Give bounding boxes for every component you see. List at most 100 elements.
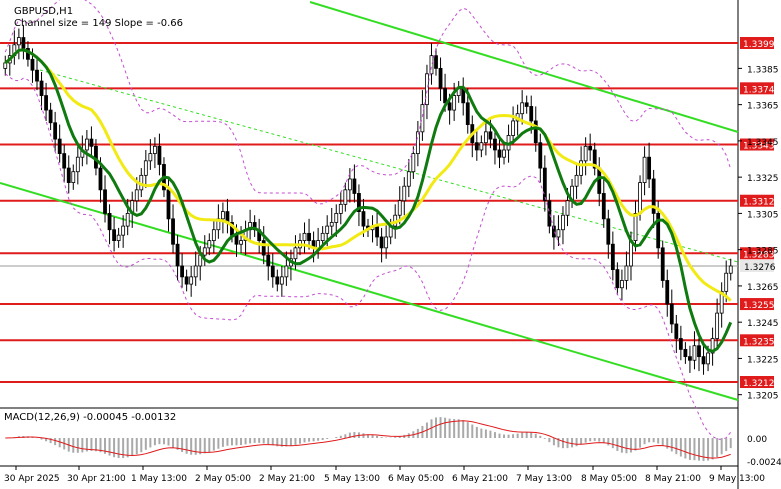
candle-body [624, 265, 629, 281]
candle-body [121, 225, 126, 236]
chart-svg: 1.33991.33741.33431.33121.32831.32551.32… [0, 0, 781, 489]
candle-body [234, 234, 239, 245]
candle-body [678, 338, 683, 350]
candle-body [597, 167, 602, 194]
candle-body [465, 102, 470, 125]
candle-body [715, 312, 720, 339]
candle-body [361, 211, 366, 227]
candle-body [688, 356, 692, 361]
level-price-label: 1.3312 [743, 198, 775, 208]
candle-body [579, 160, 584, 176]
candle-body [293, 247, 298, 260]
candle-body [692, 345, 697, 361]
candle-body [261, 240, 266, 256]
candle-body [193, 265, 198, 278]
candle-body [429, 55, 434, 75]
candle-body [44, 95, 48, 111]
candle-body [207, 240, 212, 249]
x-tick-label: 7 May 13:00 [516, 474, 572, 484]
level-price-label: 1.3399 [743, 40, 775, 50]
candle-body [452, 95, 457, 111]
x-tick-label: 30 Apr 21:00 [67, 474, 126, 484]
candle-body [669, 303, 674, 325]
current-price-label: 1.3276 [744, 263, 776, 273]
candle-body [488, 131, 493, 140]
candle-body [125, 213, 130, 227]
candle-body [633, 213, 638, 241]
candle-body [565, 200, 570, 216]
candle-body [171, 218, 175, 245]
candle-body [583, 145, 588, 162]
candle-body [547, 200, 552, 227]
level-price-label: 1.3374 [743, 85, 775, 95]
candle-body [443, 87, 447, 104]
level-price-label: 1.3212 [743, 379, 775, 389]
candle-body [53, 122, 58, 140]
x-tick-label: 5 May 13:00 [324, 474, 380, 484]
y-tick-label: 1.3205 [747, 392, 779, 402]
candle-body [275, 276, 280, 285]
candle-body [425, 73, 429, 106]
candle-body [447, 102, 452, 111]
candle-body [697, 345, 701, 358]
macd-y-tick-label: -0.00242 [747, 458, 781, 468]
candle-body [724, 272, 729, 292]
x-tick-label: 6 May 21:00 [452, 474, 508, 484]
candle-body [474, 142, 479, 151]
x-tick-label: 2 May 21:00 [259, 474, 315, 484]
candle-body [384, 236, 389, 249]
candle-body [334, 213, 339, 223]
y-tick-label: 1.3225 [747, 355, 779, 365]
candle-body [134, 189, 139, 202]
candle-body [221, 211, 225, 220]
candle-body [152, 145, 157, 154]
candle-body [493, 138, 497, 151]
chart-container: 1.3399 1.3374 1.3343 1.3312 1.3283 1.3255 1.32… [0, 0, 781, 489]
candle-body [307, 232, 311, 241]
candle-body [561, 214, 565, 231]
candle-body [184, 276, 189, 285]
candle-body [316, 240, 321, 249]
candle-body [588, 145, 593, 151]
candle-body [656, 213, 661, 249]
candle-body [284, 265, 289, 278]
candle-body [529, 106, 534, 122]
candle-body [266, 254, 271, 267]
candle-body [647, 156, 652, 180]
y-tick-label: 1.3385 [747, 65, 779, 75]
candle-body [601, 193, 606, 220]
candle-body [57, 138, 62, 154]
candle-body [574, 174, 579, 187]
candle-body [48, 109, 53, 124]
candle-body [497, 149, 502, 158]
candle-body [202, 247, 207, 256]
candle-body [483, 131, 488, 144]
candle-body [343, 189, 348, 205]
candle-body [606, 218, 611, 245]
candle-body [75, 156, 80, 173]
candle-body [438, 67, 443, 89]
x-tick-label: 30 Apr 2025 [4, 474, 60, 484]
x-tick-label: 9 May 13:00 [709, 474, 765, 484]
candle-body [352, 178, 357, 194]
candle-body [166, 189, 171, 220]
chart-subtitle: Channel size = 149 Slope = -0.66 [14, 18, 183, 29]
candle-body [35, 69, 39, 82]
candle-body [62, 153, 67, 169]
candle-body [511, 120, 515, 136]
macd-header: MACD(12,26,9) -0.00045 -0.00132 [4, 412, 176, 423]
candle-body [524, 102, 529, 107]
candle-body [683, 348, 688, 358]
y-tick-label: 1.3265 [747, 283, 779, 293]
candle-body [239, 240, 243, 245]
candle-body [143, 160, 148, 176]
candle-body [375, 225, 379, 238]
candle-body [107, 213, 112, 231]
x-tick-label: 8 May 05:00 [581, 474, 637, 484]
level-price-label: 1.3255 [743, 301, 775, 311]
candle-body [320, 232, 325, 241]
candle-body [402, 185, 407, 202]
candle-body [556, 229, 561, 238]
candle-body [665, 280, 670, 305]
candle-body [533, 120, 538, 144]
